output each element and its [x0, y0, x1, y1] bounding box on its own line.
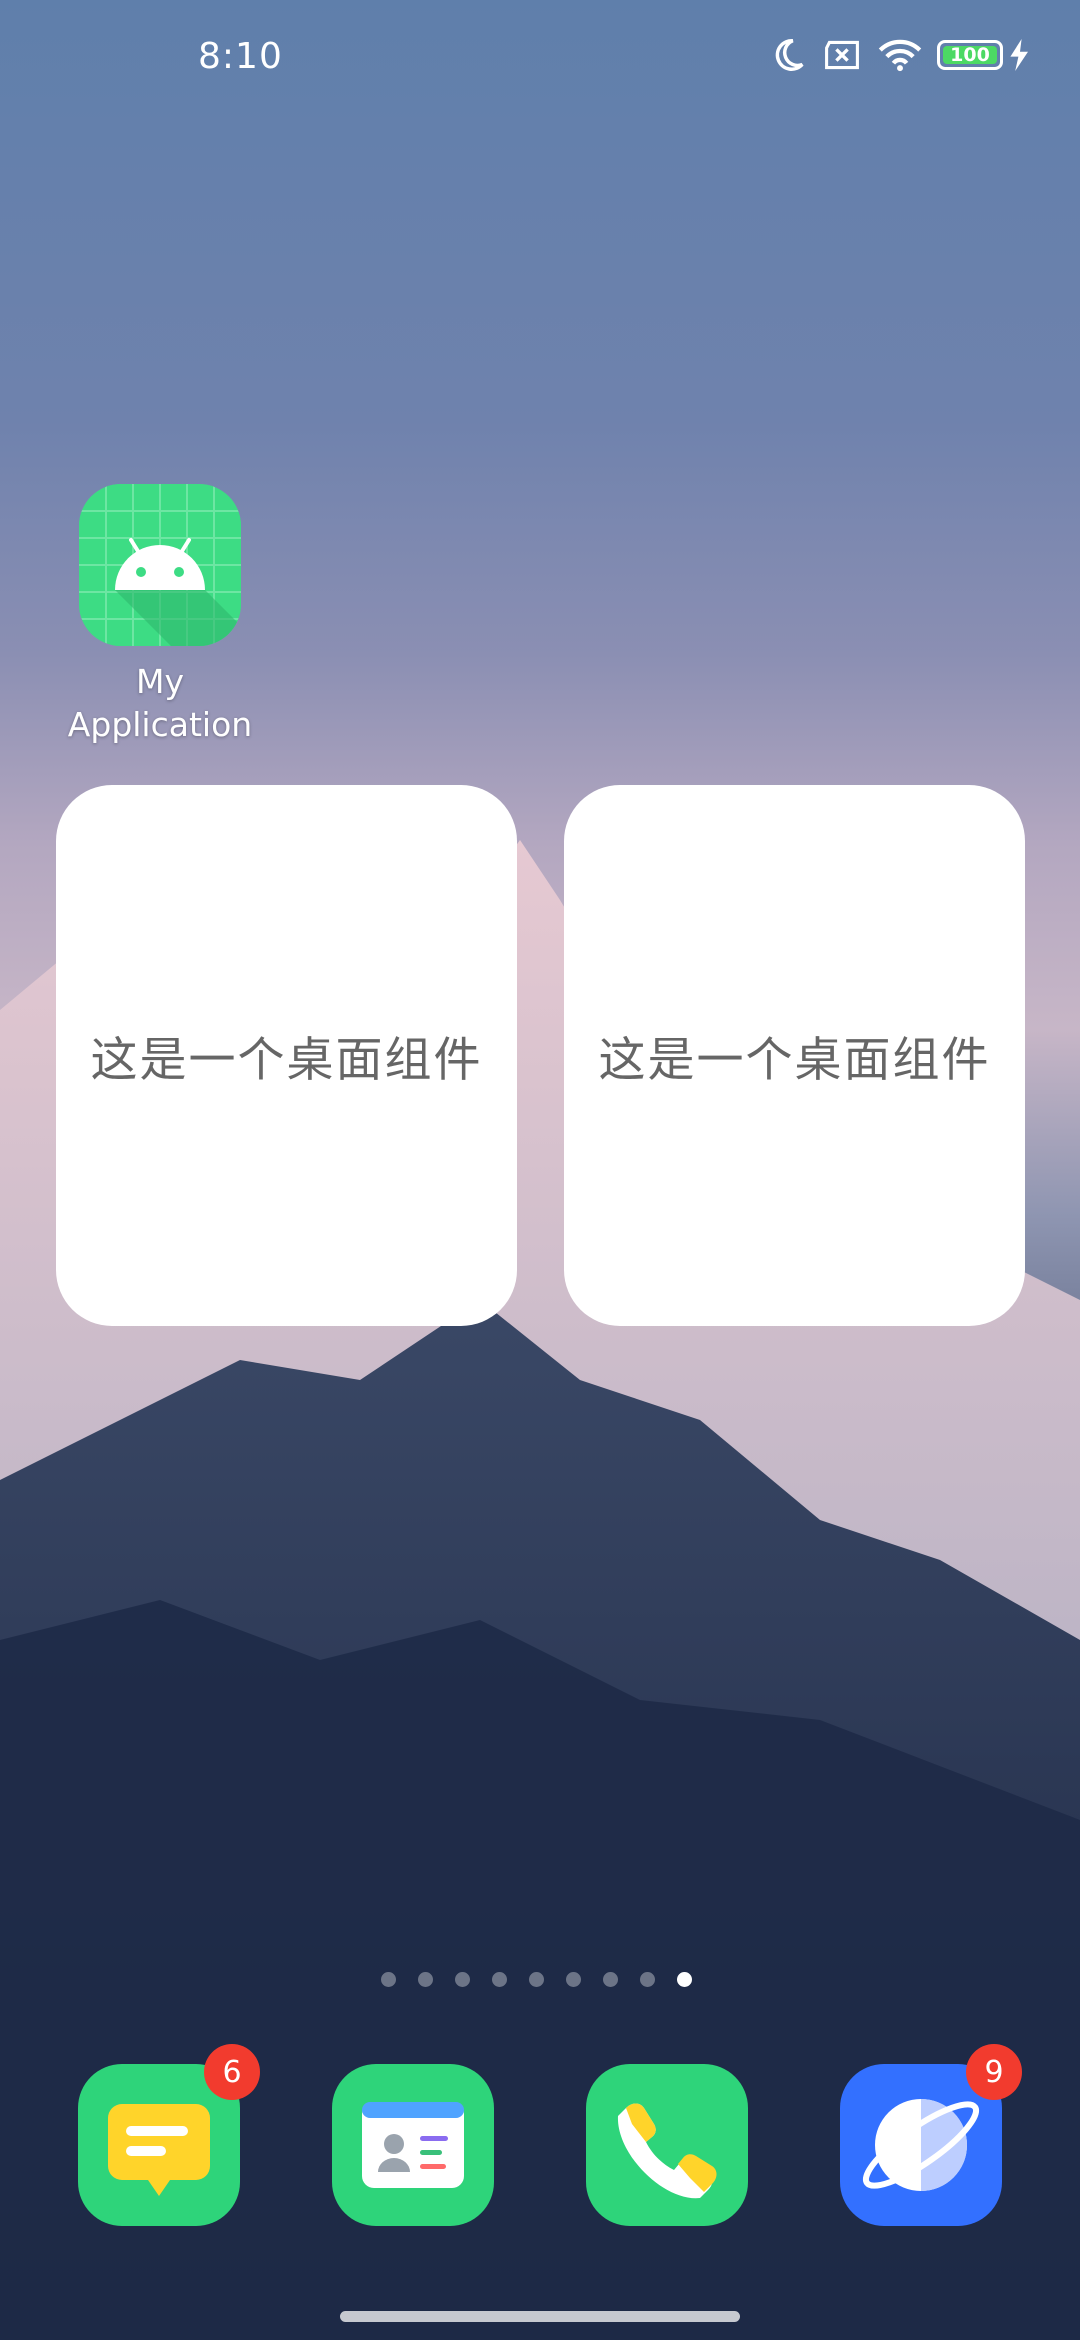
status-time: 8:10: [198, 36, 283, 77]
app-label-line2: Application: [67, 705, 253, 744]
dock-app-messages[interactable]: 6: [78, 2044, 260, 2226]
page-dot[interactable]: [640, 1972, 655, 1987]
dock-app-contacts[interactable]: [332, 2064, 494, 2226]
wifi-icon: [877, 36, 923, 74]
charging-icon: [1010, 39, 1030, 71]
widget-text-2: 这是一个桌面组件: [598, 1033, 991, 1088]
app-label: My Application: [60, 660, 260, 746]
battery-icon: 100: [937, 40, 1003, 70]
dock-app-browser[interactable]: 9: [840, 2044, 1022, 2226]
phone-icon: [617, 2103, 717, 2199]
page-dot-active[interactable]: [677, 1972, 692, 1987]
page-dot[interactable]: [566, 1972, 581, 1987]
desktop-widget-1[interactable]: 这是一个桌面组件: [56, 785, 517, 1326]
page-dot[interactable]: [492, 1972, 507, 1987]
desktop-widget-2[interactable]: 这是一个桌面组件: [564, 785, 1025, 1326]
battery-level: 100: [950, 44, 990, 66]
app-my-application[interactable]: My Application: [60, 484, 260, 746]
page-dot[interactable]: [603, 1972, 618, 1987]
dock: 6 9: [0, 2044, 1080, 2228]
status-icons: 100: [769, 36, 1030, 74]
page-indicator[interactable]: [381, 1972, 692, 1987]
badge-messages: 6: [204, 2044, 260, 2100]
home-indicator[interactable]: [340, 2311, 740, 2322]
page-dot[interactable]: [418, 1972, 433, 1987]
contacts-icon: [362, 2102, 464, 2188]
badge-browser: 9: [966, 2044, 1022, 2100]
page-dot[interactable]: [529, 1972, 544, 1987]
sim-x-icon: [821, 38, 863, 72]
moon-icon: [769, 36, 807, 74]
widget-text-1: 这是一个桌面组件: [90, 1033, 483, 1088]
status-bar: 8:10 100: [0, 0, 1080, 120]
android-icon: [79, 484, 241, 646]
page-dot[interactable]: [381, 1972, 396, 1987]
dock-app-phone[interactable]: [586, 2064, 748, 2226]
page-dot[interactable]: [455, 1972, 470, 1987]
app-label-line1: My: [135, 662, 184, 701]
